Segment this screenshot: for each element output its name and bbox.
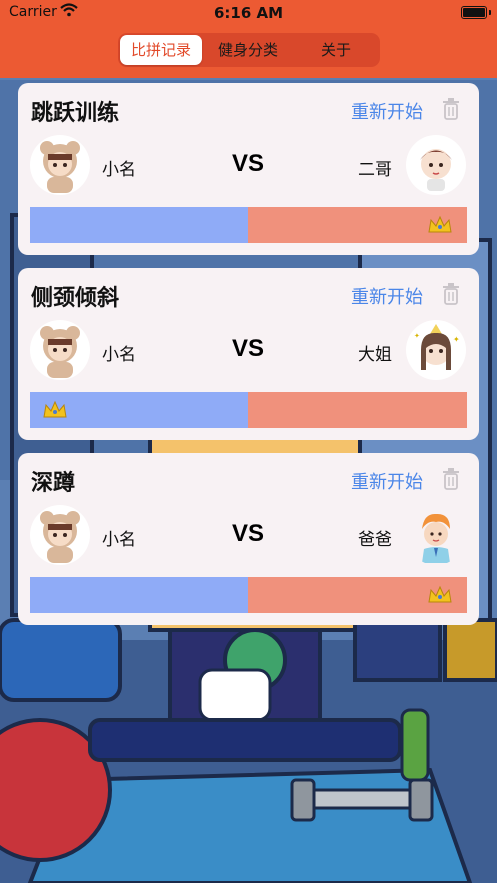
vs-label: VS bbox=[232, 335, 265, 362]
left-score-segment bbox=[30, 207, 248, 243]
battle-card: 跳跃训练 重新开始 小名 VS 二哥 bbox=[18, 83, 479, 255]
status-bar: Carrier 6:16 AM bbox=[0, 0, 497, 28]
vs-label: VS bbox=[232, 150, 265, 177]
segmented-control: 比拼记录 健身分类 关于 bbox=[118, 33, 380, 67]
left-player-name: 小名 bbox=[102, 160, 136, 180]
battery-icon bbox=[461, 6, 487, 19]
left-player-name: 小名 bbox=[102, 530, 136, 550]
right-player-name: 爸爸 bbox=[358, 530, 392, 550]
battery-tip bbox=[489, 10, 491, 15]
trash-icon[interactable] bbox=[442, 468, 460, 490]
svg-text:✦: ✦ bbox=[414, 332, 420, 340]
score-bar bbox=[30, 207, 467, 243]
crown-icon bbox=[428, 585, 452, 603]
crown-icon bbox=[43, 400, 67, 418]
exercise-title: 深蹲 bbox=[31, 471, 76, 496]
crown-icon bbox=[428, 215, 452, 233]
restart-button[interactable]: 重新开始 bbox=[351, 468, 423, 494]
score-bar bbox=[30, 392, 467, 428]
battle-card: 侧颈倾斜 重新开始 小名 VS 大姐 ✦ ✦ bbox=[18, 268, 479, 440]
right-player-name: 二哥 bbox=[358, 160, 392, 180]
avatar-brother bbox=[406, 135, 466, 195]
trash-icon[interactable] bbox=[442, 283, 460, 305]
tab-fitness-categories[interactable]: 健身分类 bbox=[206, 33, 290, 67]
clock: 6:16 AM bbox=[213, 4, 284, 22]
tab-about[interactable]: 关于 bbox=[294, 33, 378, 67]
tab-battle-records[interactable]: 比拼记录 bbox=[120, 35, 202, 65]
restart-button[interactable]: 重新开始 bbox=[351, 283, 423, 309]
avatar-bear-kid bbox=[30, 320, 90, 380]
avatar-bear-kid bbox=[30, 135, 90, 195]
exercise-title: 侧颈倾斜 bbox=[31, 286, 120, 311]
trash-icon[interactable] bbox=[442, 98, 460, 120]
left-score-segment bbox=[30, 577, 248, 613]
score-bar bbox=[30, 577, 467, 613]
vs-label: VS bbox=[232, 520, 265, 547]
battle-card: 深蹲 重新开始 小名 VS 爸爸 bbox=[18, 453, 479, 625]
left-player-name: 小名 bbox=[102, 345, 136, 365]
exercise-title: 跳跃训练 bbox=[31, 101, 120, 126]
restart-button[interactable]: 重新开始 bbox=[351, 98, 423, 124]
svg-text:✦: ✦ bbox=[453, 335, 460, 344]
avatar-bear-kid bbox=[30, 505, 90, 565]
right-score-segment bbox=[248, 392, 467, 428]
right-player-name: 大姐 bbox=[358, 345, 392, 365]
avatar-dad bbox=[406, 505, 466, 565]
navigation-bar: 比拼记录 健身分类 关于 bbox=[0, 28, 497, 78]
avatar-sister: ✦ ✦ bbox=[406, 320, 466, 380]
